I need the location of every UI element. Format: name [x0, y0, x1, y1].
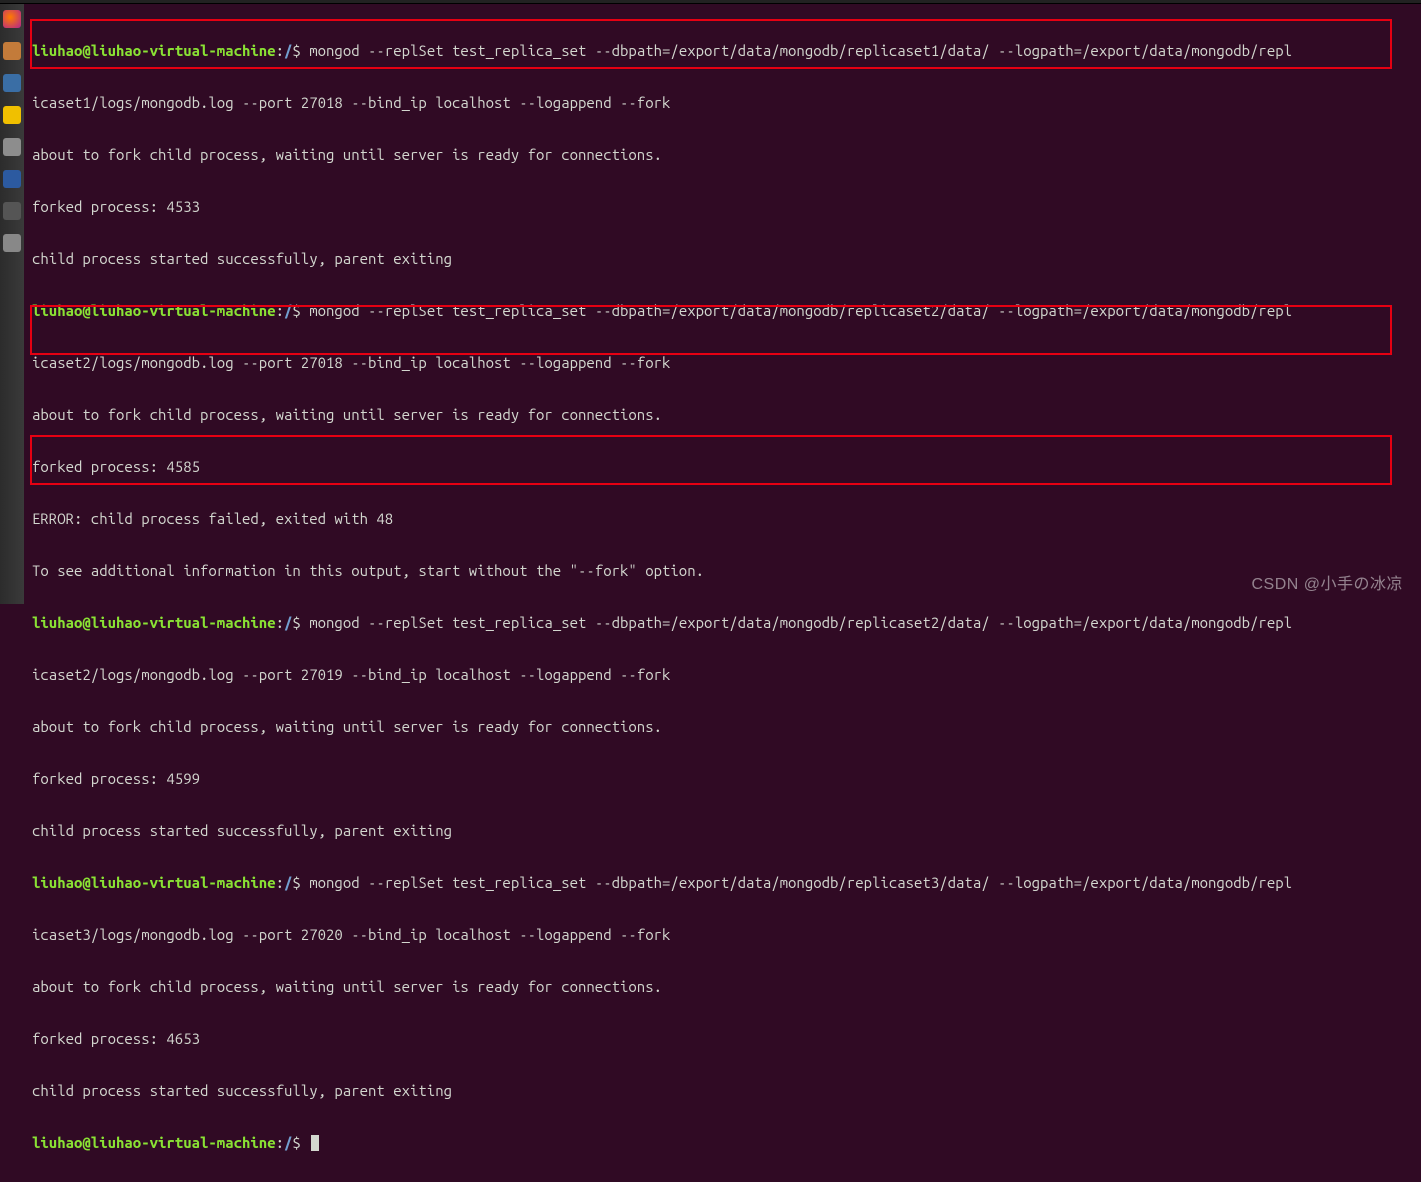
prompt-user: liuhao@liuhao-virtual-machine — [32, 42, 276, 59]
terminal-line: forked process: 4533 — [32, 194, 1413, 220]
terminal-line: To see additional information in this ou… — [32, 558, 1413, 584]
text-editor-icon[interactable] — [3, 138, 21, 156]
launcher-sidebar — [0, 4, 24, 604]
prompt-colon: : — [276, 614, 284, 631]
terminal-line: child process started successfully, pare… — [32, 818, 1413, 844]
app-icon-4[interactable] — [3, 202, 21, 220]
terminal-line: liuhao@liuhao-virtual-machine:/$ mongod … — [32, 610, 1413, 636]
prompt-colon: : — [276, 42, 284, 59]
firefox-icon[interactable] — [3, 10, 21, 28]
prompt-colon: : — [276, 1134, 284, 1151]
app-icon-2[interactable] — [3, 106, 21, 124]
prompt-colon: : — [276, 874, 284, 891]
prompt-path: / — [284, 614, 292, 631]
command-text: mongod --replSet test_replica_set --dbpa… — [301, 614, 1292, 631]
terminal-line: forked process: 4585 — [32, 454, 1413, 480]
prompt-dollar: $ — [292, 302, 300, 319]
terminal-line: about to fork child process, waiting unt… — [32, 142, 1413, 168]
terminal-line: liuhao@liuhao-virtual-machine:/$ mongod … — [32, 870, 1413, 896]
command-text — [301, 1134, 309, 1151]
prompt-user: liuhao@liuhao-virtual-machine — [32, 302, 276, 319]
prompt-dollar: $ — [292, 42, 300, 59]
prompt-path: / — [284, 874, 292, 891]
prompt-dollar: $ — [292, 614, 300, 631]
command-text: mongod --replSet test_replica_set --dbpa… — [301, 42, 1292, 59]
prompt-colon: : — [276, 302, 284, 319]
terminal-line: icaset2/logs/mongodb.log --port 27018 --… — [32, 350, 1413, 376]
command-text: mongod --replSet test_replica_set --dbpa… — [301, 874, 1292, 891]
prompt-user: liuhao@liuhao-virtual-machine — [32, 874, 276, 891]
prompt-user: liuhao@liuhao-virtual-machine — [32, 614, 276, 631]
app-icon-3[interactable] — [3, 170, 21, 188]
terminal-line: ERROR: child process failed, exited with… — [32, 506, 1413, 532]
prompt-user: liuhao@liuhao-virtual-machine — [32, 1134, 276, 1151]
terminal-content[interactable]: liuhao@liuhao-virtual-machine:/$ mongod … — [24, 4, 1421, 604]
terminal-line: icaset3/logs/mongodb.log --port 27020 --… — [32, 922, 1413, 948]
terminal-line: icaset2/logs/mongodb.log --port 27019 --… — [32, 662, 1413, 688]
terminal-line: forked process: 4599 — [32, 766, 1413, 792]
files-icon[interactable] — [3, 42, 21, 60]
terminal-line: about to fork child process, waiting unt… — [32, 402, 1413, 428]
terminal-line: liuhao@liuhao-virtual-machine:/$ mongod … — [32, 38, 1413, 64]
command-text: mongod --replSet test_replica_set --dbpa… — [301, 302, 1292, 319]
terminal-line: child process started successfully, pare… — [32, 246, 1413, 272]
app-icon-1[interactable] — [3, 74, 21, 92]
cursor-icon — [311, 1135, 319, 1151]
terminal-line: icaset1/logs/mongodb.log --port 27018 --… — [32, 90, 1413, 116]
prompt-dollar: $ — [292, 1134, 300, 1151]
watermark-text: CSDN @小手の冰凉 — [1251, 572, 1403, 598]
terminal-line: liuhao@liuhao-virtual-machine:/$ mongod … — [32, 298, 1413, 324]
terminal-line: about to fork child process, waiting unt… — [32, 974, 1413, 1000]
prompt-dollar: $ — [292, 874, 300, 891]
prompt-path: / — [284, 1134, 292, 1151]
terminal-line: forked process: 4653 — [32, 1026, 1413, 1052]
terminal-line: about to fork child process, waiting unt… — [32, 714, 1413, 740]
app-icon-5[interactable] — [3, 234, 21, 252]
terminal-line: child process started successfully, pare… — [32, 1078, 1413, 1104]
terminal-line: liuhao@liuhao-virtual-machine:/$ — [32, 1130, 1413, 1156]
